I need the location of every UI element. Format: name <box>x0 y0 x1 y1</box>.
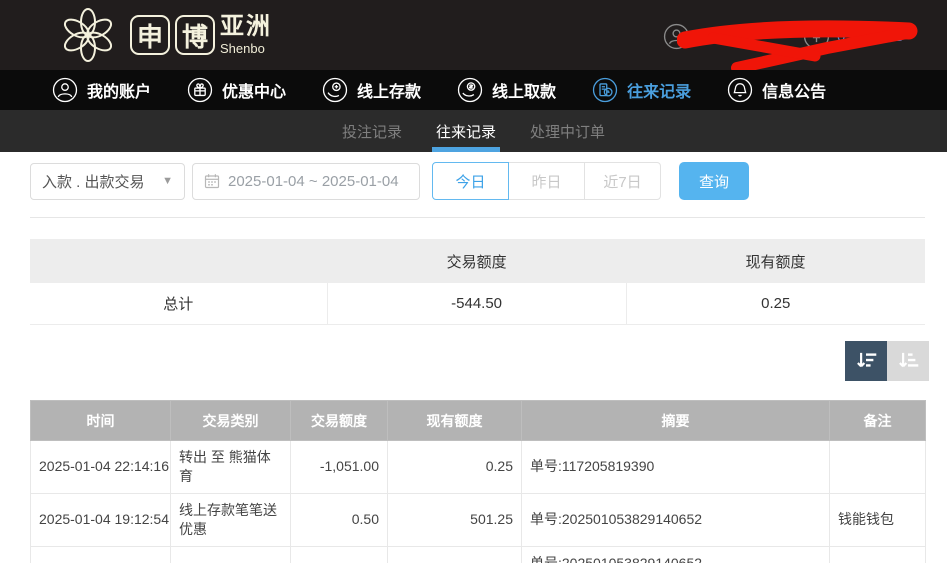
nav-label: 线上存款 <box>357 78 421 102</box>
transaction-records-page: 申 博 亚洲 Shenbo 0.25 RMB <box>0 0 947 563</box>
user-avatar-icon[interactable] <box>663 23 690 50</box>
table-row: 2025-01-04 19:12:54 线上存款 500.00 500.75 单… <box>31 546 926 563</box>
transaction-type-select[interactable]: 入款 . 出款交易 ▼ <box>30 163 185 200</box>
chevron-down-icon: ▼ <box>162 175 173 187</box>
summary-header-transaction: 交易额度 <box>327 239 626 283</box>
nav-label: 往来记录 <box>627 78 691 102</box>
user-icon <box>52 77 78 103</box>
quick-week-button[interactable]: 近7日 <box>584 162 661 200</box>
cell-summary: 单号:202501053829140652 人民币(RMB): 500 <box>522 546 830 563</box>
deposit-icon <box>322 77 348 103</box>
tab-transaction-records[interactable]: 往来记录 <box>434 110 498 152</box>
quick-today-button[interactable]: 今日 <box>432 162 509 200</box>
nav-item-online-withdrawal[interactable]: 线上取款 <box>457 77 556 103</box>
tab-pending-orders[interactable]: 处理中订单 <box>528 110 607 152</box>
cell-amount: 500.00 <box>291 546 388 563</box>
cell-amount: -1,051.00 <box>291 441 388 494</box>
cell-time: 2025-01-04 19:12:54 <box>31 546 171 563</box>
logo-char-2: 博 <box>175 15 215 55</box>
cell-amount: 0.50 <box>291 493 388 546</box>
summary-total-balance: 0.25 <box>626 283 925 324</box>
bell-icon <box>727 77 753 103</box>
sort-descending-button[interactable] <box>845 341 887 381</box>
quick-yesterday-button[interactable]: 昨日 <box>508 162 585 200</box>
nav-item-transaction-records[interactable]: 往来记录 <box>592 77 691 103</box>
transaction-type-value: 入款 . 出款交易 <box>42 171 145 192</box>
filter-bar: 入款 . 出款交易 ▼ 2025-01-04 ~ 2025-01-04 今日 昨… <box>30 162 749 200</box>
cell-time: 2025-01-04 22:14:16 <box>31 441 171 494</box>
balance-amount: 0.25 RMB <box>837 28 904 45</box>
sub-nav: 投注记录 往来记录 处理中订单 <box>0 110 947 152</box>
nav-item-promotions[interactable]: 优惠中心 <box>187 77 286 103</box>
nav-label: 线上取款 <box>492 78 556 102</box>
summary-total-row: 总计 -544.50 0.25 <box>30 283 925 324</box>
user-area: 0.25 RMB <box>647 0 947 70</box>
cell-type: 线上存款笔笔送优惠 <box>171 493 291 546</box>
section-divider <box>30 217 925 218</box>
summary-table: 交易额度 现有额度 总计 -544.50 0.25 <box>30 239 925 325</box>
nav-item-announcements[interactable]: 信息公告 <box>727 77 826 103</box>
sort-descending-icon <box>853 348 879 374</box>
sort-ascending-button[interactable] <box>887 341 929 381</box>
summary-header-balance: 现有额度 <box>626 239 925 283</box>
summary-total-label: 总计 <box>30 283 327 324</box>
header-type: 交易类别 <box>171 401 291 441</box>
summary-header-row: 交易额度 现有额度 <box>30 239 925 283</box>
cell-note: 钱能钱包 <box>830 493 926 546</box>
cell-summary: 单号:117205819390 <box>522 441 830 494</box>
query-button[interactable]: 查询 <box>679 162 749 200</box>
top-header: 申 博 亚洲 Shenbo 0.25 RMB <box>0 0 947 70</box>
withdraw-icon <box>457 77 483 103</box>
cell-time: 2025-01-04 19:12:54 <box>31 493 171 546</box>
summary-header-empty <box>30 239 327 283</box>
date-range-input[interactable]: 2025-01-04 ~ 2025-01-04 <box>192 163 420 200</box>
summary-line: 单号:202501053829140652 <box>530 510 821 529</box>
flower-logo-icon <box>52 6 124 64</box>
summary-line: 单号:117205819390 <box>530 457 821 476</box>
records-icon <box>592 77 618 103</box>
date-range-value: 2025-01-04 ~ 2025-01-04 <box>228 173 399 190</box>
nav-label: 优惠中心 <box>222 78 286 102</box>
header-balance: 现有额度 <box>388 401 522 441</box>
nav-label: 信息公告 <box>762 78 826 102</box>
header-time: 时间 <box>31 401 171 441</box>
nav-item-my-account[interactable]: 我的账户 <box>52 77 151 103</box>
sort-buttons <box>845 341 929 381</box>
cell-note <box>830 441 926 494</box>
header-summary: 摘要 <box>522 401 830 441</box>
balance-refresh-icon[interactable] <box>803 23 830 50</box>
quick-date-group: 今日 昨日 近7日 <box>432 162 661 200</box>
transactions-table: 时间 交易类别 交易额度 现有额度 摘要 备注 2025-01-04 22:14… <box>30 400 926 563</box>
cell-balance: 500.75 <box>388 546 522 563</box>
cell-summary: 单号:202501053829140652 <box>522 493 830 546</box>
gift-icon <box>187 77 213 103</box>
cell-type: 转出 至 熊猫体育 <box>171 441 291 494</box>
nav-item-online-deposit[interactable]: 线上存款 <box>322 77 421 103</box>
table-row: 2025-01-04 19:12:54 线上存款笔笔送优惠 0.50 501.2… <box>31 493 926 546</box>
logo-region: 亚洲 <box>220 15 272 39</box>
calendar-icon <box>204 173 220 189</box>
cell-balance: 0.25 <box>388 441 522 494</box>
table-row: 2025-01-04 22:14:16 转出 至 熊猫体育 -1,051.00 … <box>31 441 926 494</box>
logo-subtitle: Shenbo <box>220 41 272 56</box>
summary-total-transaction: -544.50 <box>327 283 626 324</box>
brand-logo[interactable]: 申 博 亚洲 Shenbo <box>52 6 272 64</box>
main-nav: 我的账户 优惠中心 线上存款 线上取款 <box>0 70 947 110</box>
cell-type: 线上存款 <box>171 546 291 563</box>
cell-balance: 501.25 <box>388 493 522 546</box>
nav-label: 我的账户 <box>87 78 151 102</box>
cell-note: 钱能钱包 <box>830 546 926 563</box>
header-amount: 交易额度 <box>291 401 388 441</box>
tab-betting-records[interactable]: 投注记录 <box>340 110 404 152</box>
logo-char-1: 申 <box>130 15 170 55</box>
header-note: 备注 <box>830 401 926 441</box>
table-header-row: 时间 交易类别 交易额度 现有额度 摘要 备注 <box>31 401 926 441</box>
summary-line: 单号:202501053829140652 <box>530 554 821 563</box>
sort-ascending-icon <box>895 348 921 374</box>
